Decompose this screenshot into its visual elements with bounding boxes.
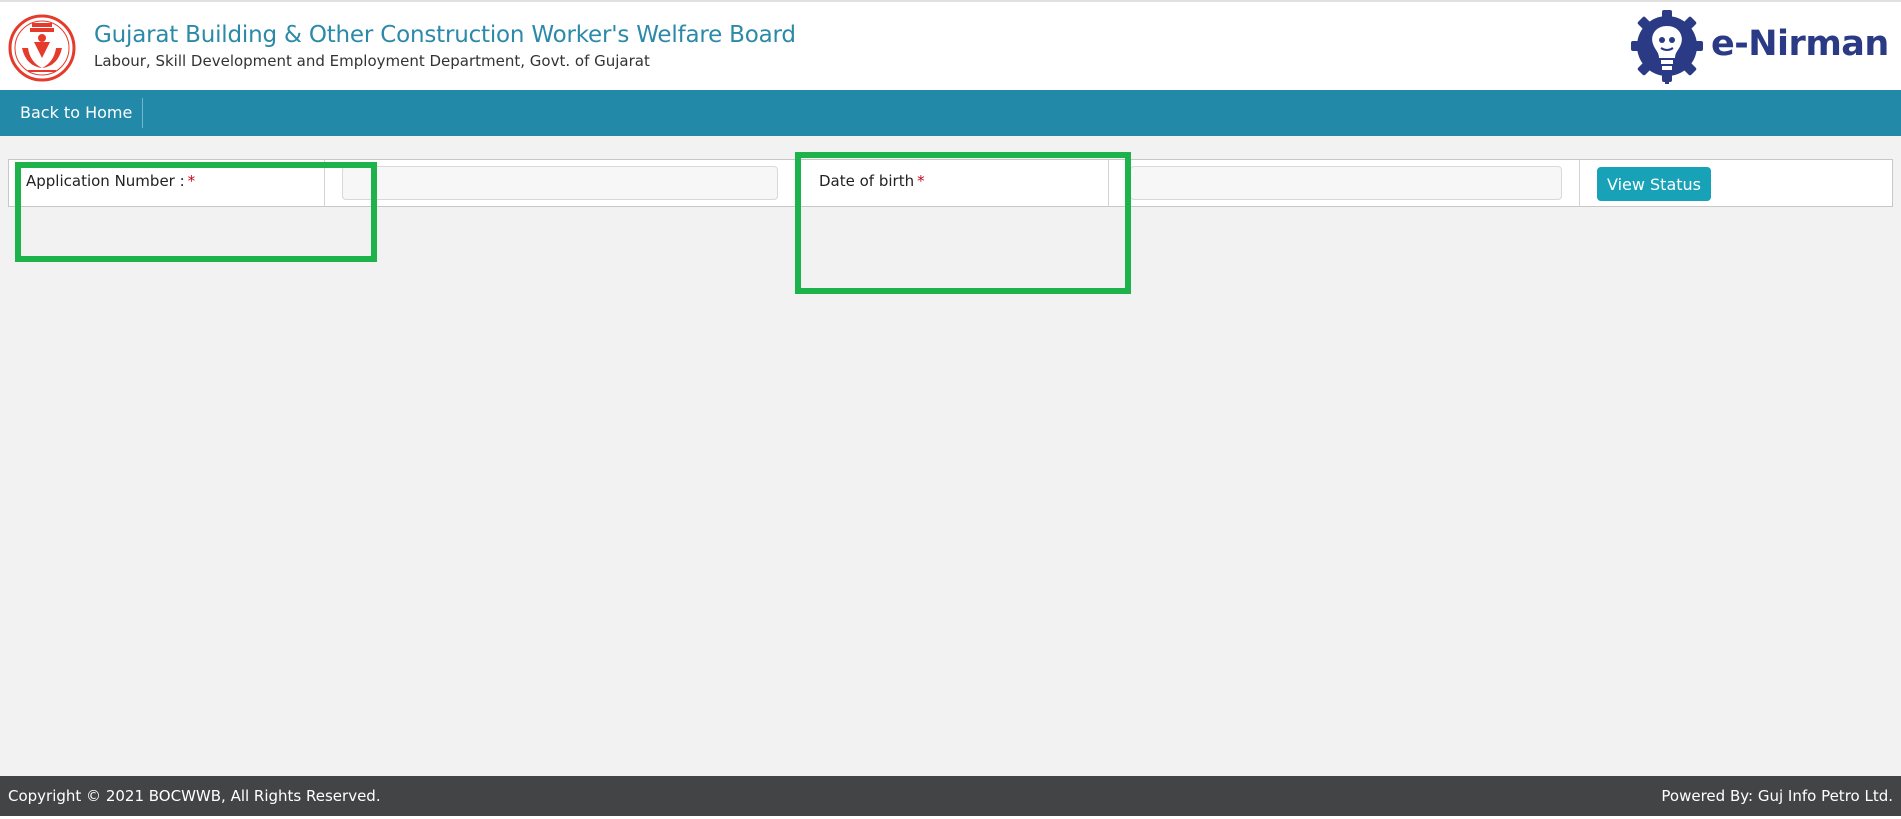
site-title: Gujarat Building & Other Construction Wo… [94, 22, 796, 48]
highlight-box-application-number [15, 162, 377, 262]
highlight-box-date-of-birth [795, 152, 1131, 294]
copyright-text: Copyright © 2021 BOCWWB, All Rights Rese… [8, 787, 381, 805]
application-number-input[interactable] [342, 166, 778, 200]
powered-by-text: Powered By: Guj Info Petro Ltd. [1661, 787, 1893, 805]
e-nirman-brand: e-Nirman [1623, 8, 1893, 88]
date-of-birth-input-cell [1110, 160, 1580, 206]
site-footer: Copyright © 2021 BOCWWB, All Rights Rese… [0, 776, 1901, 816]
site-header: Gujarat Building & Other Construction Wo… [0, 0, 1901, 90]
application-number-input-cell [326, 160, 791, 206]
board-emblem-icon [8, 14, 76, 82]
gear-bulb-icon [1631, 10, 1703, 84]
site-subtitle: Labour, Skill Development and Employment… [94, 52, 650, 70]
brand-name: e-Nirman [1711, 24, 1889, 64]
top-nav: Back to Home [0, 90, 1901, 136]
view-status-button[interactable]: View Status [1597, 167, 1711, 201]
nav-back-to-home-link[interactable]: Back to Home [10, 98, 144, 128]
date-of-birth-input[interactable] [1130, 166, 1562, 200]
